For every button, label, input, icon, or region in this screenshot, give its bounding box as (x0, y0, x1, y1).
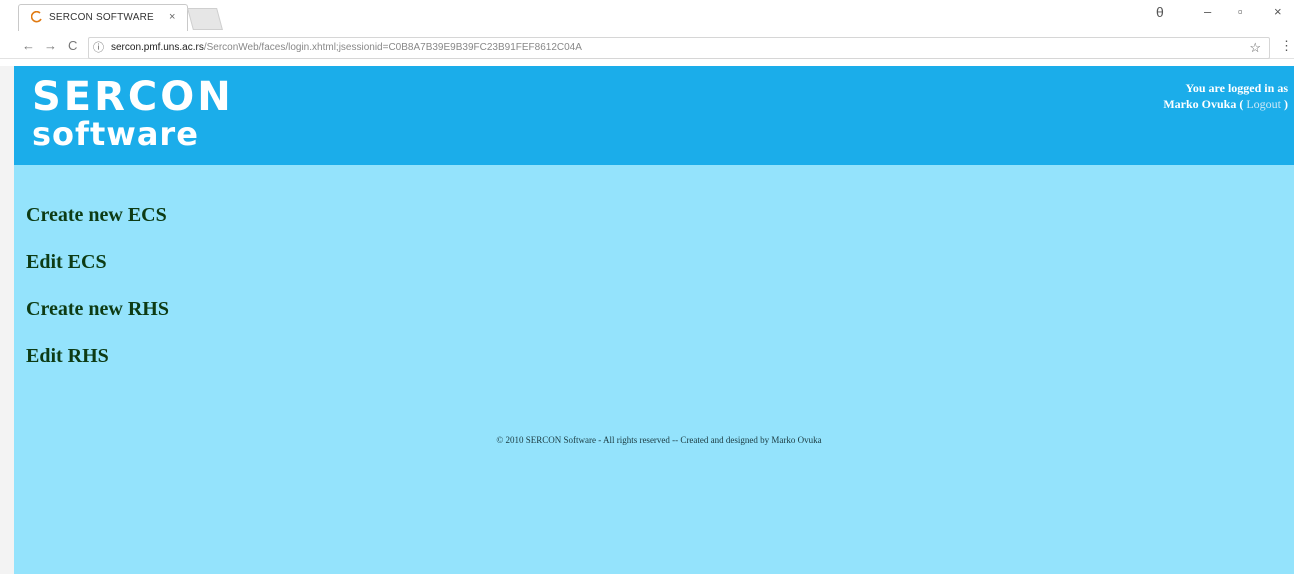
sercon-logo: SERCON software (32, 76, 234, 150)
login-user-line: Marko Ovuka ( Logout ) (1163, 96, 1288, 112)
close-window-icon[interactable]: × (1274, 4, 1282, 19)
tab-title: SERCON SOFTWARE (49, 12, 154, 23)
logout-link[interactable]: Logout (1246, 97, 1281, 111)
logout-close-paren: ) (1281, 97, 1288, 111)
logout-open-paren: ( (1236, 97, 1247, 111)
page-header: SERCON software You are logged in as Mar… (14, 66, 1294, 165)
page-content: Create new ECS Edit ECS Create new RHS E… (14, 165, 1294, 574)
new-tab-button[interactable] (187, 8, 223, 30)
bookmark-star-icon[interactable]: ☆ (1249, 38, 1261, 58)
logo-subtitle: software (32, 115, 199, 153)
site-info-icon[interactable]: ⓘ (93, 38, 104, 58)
back-icon[interactable]: ← (22, 38, 35, 53)
url-path: /SerconWeb/faces/login.xhtml;jsessionid=… (203, 42, 582, 53)
login-status-label: You are logged in as (1185, 81, 1288, 95)
login-status: You are logged in as Marko Ovuka ( Logou… (1163, 80, 1288, 112)
logo-title: SERCON (32, 74, 234, 120)
browser-toolbar: ← → C ⓘ sercon.pmf.uns.ac.rs/SerconWeb/f… (0, 36, 1294, 59)
tab-close-icon[interactable]: × (169, 11, 175, 23)
address-bar[interactable]: ⓘ sercon.pmf.uns.ac.rs/SerconWeb/faces/l… (88, 37, 1270, 59)
edit-rhs-link[interactable]: Edit RHS (26, 344, 169, 368)
browser-tab[interactable]: SERCON SOFTWARE × (18, 4, 188, 31)
reload-icon[interactable]: C (68, 38, 77, 53)
profile-icon[interactable]: θ (1156, 4, 1164, 20)
create-new-ecs-link[interactable]: Create new ECS (26, 203, 169, 227)
forward-icon[interactable]: → (44, 38, 57, 53)
restore-icon[interactable]: ▫ (1238, 4, 1243, 19)
create-new-rhs-link[interactable]: Create new RHS (26, 297, 169, 321)
browser-menu-icon[interactable]: ⋮ (1280, 38, 1293, 54)
user-name: Marko Ovuka (1163, 97, 1237, 111)
url-text: sercon.pmf.uns.ac.rs/SerconWeb/faces/log… (111, 38, 582, 58)
minimize-icon[interactable]: – (1204, 4, 1211, 19)
action-menu: Create new ECS Edit ECS Create new RHS E… (26, 203, 169, 391)
footer-copyright: © 2010 SERCON Software - All rights rese… (496, 435, 822, 445)
url-host: sercon.pmf.uns.ac.rs (111, 42, 204, 53)
edit-ecs-link[interactable]: Edit ECS (26, 250, 169, 274)
loading-favicon-icon (31, 11, 42, 23)
page-gutter (0, 66, 14, 574)
browser-tabstrip: SERCON SOFTWARE × θ – ▫ × (0, 0, 1294, 36)
